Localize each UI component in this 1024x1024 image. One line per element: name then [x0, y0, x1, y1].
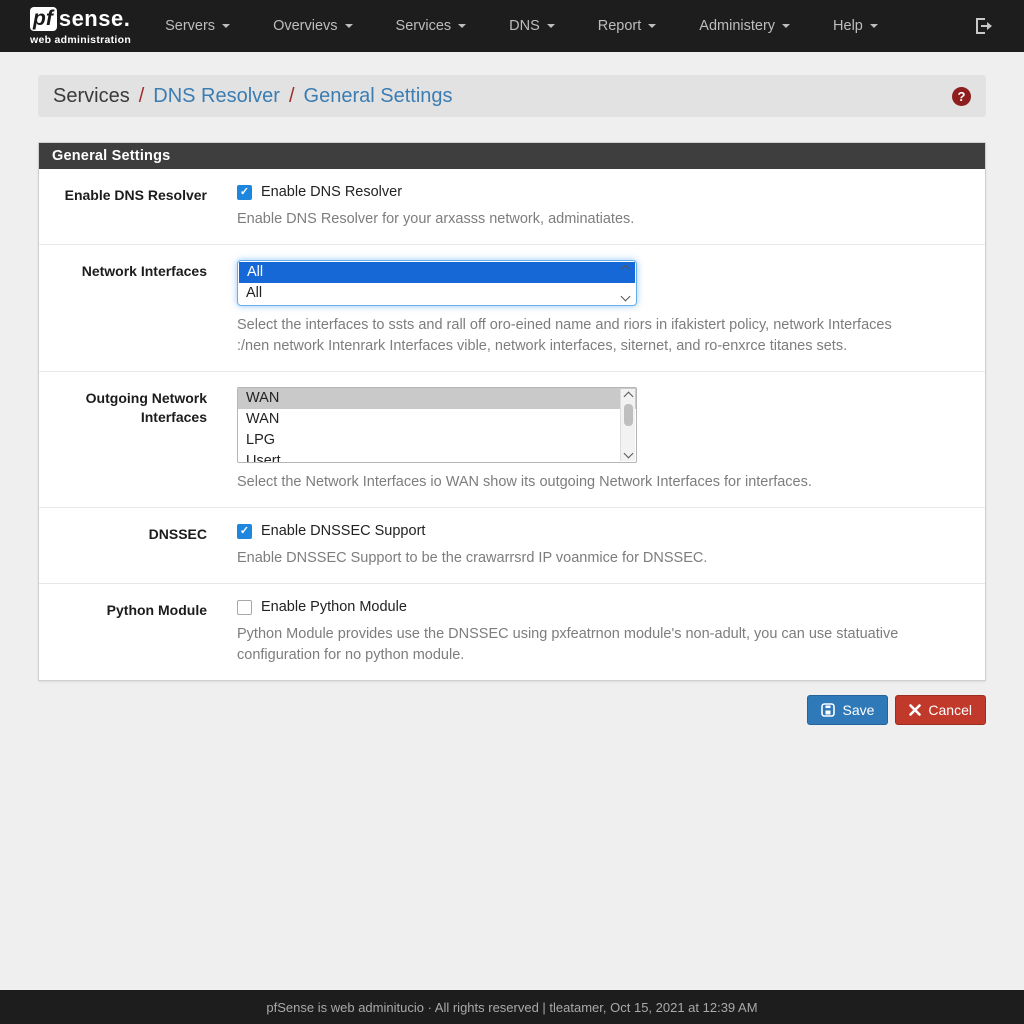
- logo-sense-text: sense.: [59, 8, 131, 30]
- save-button[interactable]: Save: [807, 695, 888, 725]
- caret-down-icon: [458, 24, 466, 28]
- nav-item-overviews[interactable]: Overvievs: [273, 18, 352, 34]
- caret-down-icon: [547, 24, 555, 28]
- caret-down-icon: [782, 24, 790, 28]
- scroll-down-icon[interactable]: [623, 448, 633, 458]
- dnssec-checkbox[interactable]: [237, 524, 252, 539]
- logo-subtitle: web administration: [30, 34, 131, 46]
- general-settings-panel: General Settings Enable DNS Resolver Ena…: [38, 142, 986, 681]
- checkbox-label: Enable Python Module: [261, 599, 407, 615]
- field-help-text: Select the interfaces to ssts and rall o…: [237, 315, 927, 356]
- field-label: Outgoing Network Interfaces: [39, 387, 207, 492]
- field-label: Enable DNS Resolver: [39, 184, 207, 229]
- select-scroll-arrows: [619, 264, 632, 302]
- caret-down-icon: [870, 24, 878, 28]
- scroll-up-icon[interactable]: [621, 265, 631, 275]
- checkbox-label: Enable DNS Resolver: [261, 184, 402, 200]
- help-icon[interactable]: ?: [952, 87, 971, 106]
- cancel-button[interactable]: Cancel: [895, 695, 986, 725]
- form-actions: Save Cancel: [38, 695, 986, 725]
- panel-title: General Settings: [39, 143, 985, 169]
- caret-down-icon: [345, 24, 353, 28]
- logout-icon: [974, 17, 994, 35]
- footer-bar: pfSense is web adminitucio · All rights …: [0, 990, 1024, 1024]
- nav-item-report[interactable]: Report: [598, 18, 657, 34]
- save-button-label: Save: [842, 702, 874, 718]
- scroll-up-icon[interactable]: [623, 391, 633, 401]
- field-label: DNSSEC: [39, 523, 207, 568]
- select-option[interactable]: LPG: [238, 430, 636, 451]
- cancel-button-label: Cancel: [928, 702, 972, 718]
- select-option[interactable]: WAN: [238, 409, 636, 430]
- field-help-text: Python Module provides use the DNSSEC us…: [237, 624, 927, 665]
- select-option[interactable]: All: [239, 262, 635, 283]
- python-module-checkbox[interactable]: [237, 600, 252, 615]
- field-help-text: Select the Network Interfaces io WAN sho…: [237, 472, 927, 492]
- nav-item-help[interactable]: Help: [833, 18, 878, 34]
- scrollbar-thumb[interactable]: [624, 404, 633, 426]
- nav-item-servers[interactable]: Servers: [165, 18, 230, 34]
- breadcrumb-current: General Settings: [304, 85, 453, 108]
- checkbox-label: Enable DNSSEC Support: [261, 523, 425, 539]
- select-scrollbar[interactable]: [620, 389, 635, 461]
- nav-menu: Servers Overvievs Services DNS Report Ad…: [165, 18, 878, 34]
- breadcrumb: Services / DNS Resolver / General Settin…: [38, 75, 986, 117]
- select-option[interactable]: Usert: [238, 451, 636, 463]
- top-navbar: pf sense. web administration Servers Ove…: [0, 0, 1024, 52]
- row-outgoing-network-interfaces: Outgoing Network Interfaces WAN WAN LPG …: [39, 372, 985, 508]
- row-dnssec: DNSSEC Enable DNSSEC Support Enable DNSS…: [39, 508, 985, 584]
- network-interfaces-select[interactable]: All All: [237, 260, 637, 306]
- breadcrumb-root: Services: [53, 85, 130, 108]
- row-network-interfaces: Network Interfaces All All Select the in…: [39, 245, 985, 372]
- breadcrumb-separator: /: [289, 85, 295, 108]
- row-enable-dns-resolver: Enable DNS Resolver Enable DNS Resolver …: [39, 169, 985, 245]
- field-help-text: Enable DNSSEC Support to be the crawarrs…: [237, 548, 927, 568]
- field-label: Network Interfaces: [39, 260, 207, 356]
- outgoing-interfaces-select[interactable]: WAN WAN LPG Usert: [237, 387, 637, 463]
- nav-item-services[interactable]: Services: [396, 18, 467, 34]
- row-python-module: Python Module Enable Python Module Pytho…: [39, 584, 985, 680]
- logo-pf-badge: pf: [30, 7, 57, 31]
- scroll-down-icon[interactable]: [621, 292, 631, 302]
- caret-down-icon: [648, 24, 656, 28]
- field-help-text: Enable DNS Resolver for your arxasss net…: [237, 209, 927, 229]
- nav-item-administery[interactable]: Administery: [699, 18, 790, 34]
- pfsense-logo[interactable]: pf sense. web administration: [30, 7, 131, 46]
- nav-item-dns[interactable]: DNS: [509, 18, 555, 34]
- close-icon: [909, 704, 921, 716]
- enable-dns-resolver-checkbox[interactable]: [237, 185, 252, 200]
- breadcrumb-separator: /: [139, 85, 145, 108]
- breadcrumb-link-dns-resolver[interactable]: DNS Resolver: [153, 85, 280, 108]
- select-option[interactable]: All: [238, 283, 636, 304]
- field-label: Python Module: [39, 599, 207, 665]
- save-icon: [821, 703, 835, 717]
- caret-down-icon: [222, 24, 230, 28]
- logout-button[interactable]: [974, 17, 994, 35]
- footer-text: pfSense is web adminitucio · All rights …: [266, 1000, 757, 1015]
- select-option[interactable]: WAN: [238, 388, 636, 409]
